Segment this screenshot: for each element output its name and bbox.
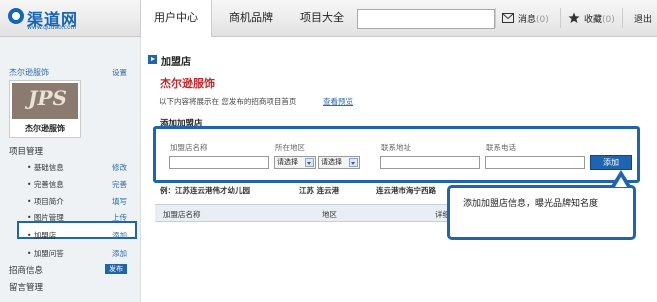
sidebar-project-management[interactable]: 项目管理	[9, 145, 43, 157]
add-store-form	[153, 126, 640, 183]
add-store-button[interactable]: 添加	[590, 155, 632, 170]
brand-title: 杰尔逊服饰	[160, 77, 215, 90]
tooltip-text: 添加加盟店信息，曝光品牌知名度	[463, 199, 599, 209]
region-label: 所在地区	[275, 143, 305, 152]
complete-info-link[interactable]: 完善	[112, 179, 127, 190]
nav-business-brands[interactable]: 商机品牌	[216, 0, 286, 36]
sidebar-item-label: 加盟问答	[33, 249, 64, 258]
sidebar-recruit-info[interactable]: 招商信息	[9, 264, 43, 276]
top-bar: 渠道网 www.qudao.com 用户中心 商机品牌 项目大全 消息(0) 收…	[0, 0, 657, 37]
add-franchise-qa-link[interactable]: 添加	[112, 248, 127, 259]
publish-button[interactable]: 发布	[105, 264, 127, 274]
site-logo[interactable]: 渠道网 www.qudao.com	[8, 7, 98, 31]
address-input[interactable]	[380, 156, 480, 169]
preview-link[interactable]: 查看预览	[323, 96, 353, 107]
messages-label: 消息	[518, 15, 537, 25]
logout-link[interactable]: 退出	[634, 12, 652, 25]
brand-logo-image: JPS 杰尔逊服饰	[9, 80, 81, 138]
phone-input[interactable]	[485, 156, 585, 169]
store-name-input[interactable]	[169, 156, 269, 169]
intro-text: 以下内容将展示在 您发布的招商项目首页	[159, 97, 297, 106]
favorites-count: (0)	[602, 15, 615, 25]
divider	[495, 8, 496, 28]
page-title: 加盟店	[161, 57, 191, 68]
example-store-name: 例：江苏连云港伟才幼儿园	[160, 186, 250, 195]
search-input[interactable]	[357, 9, 495, 29]
chevron-down-icon	[349, 158, 358, 167]
sidebar-item-label: 完善信息	[33, 180, 64, 189]
column-header-region: 地区	[322, 210, 337, 219]
fill-intro-link[interactable]: 填写	[112, 196, 127, 207]
column-header-store-name: 加盟店名称	[163, 210, 201, 219]
sidebar-item-label: 项目简介	[33, 197, 64, 206]
store-name-label: 加盟店名称	[170, 143, 208, 152]
city-select-value: 请选择	[321, 158, 342, 166]
brand-logo-mark: JPS	[28, 86, 67, 110]
sidebar-item-franchise-qa[interactable]: • 加盟问答	[27, 248, 64, 259]
sidebar-message-management[interactable]: 留言管理	[9, 281, 43, 293]
nav-user-center[interactable]: 用户中心	[140, 0, 212, 37]
brand-logo-text: 杰尔逊服饰	[25, 124, 65, 133]
province-select[interactable]: 请选择	[274, 156, 316, 169]
messages-link[interactable]: 消息(0)	[518, 12, 549, 25]
tooltip-pointer-inner	[615, 177, 627, 187]
favorites-label: 收藏	[584, 15, 603, 25]
favorites-link[interactable]: 收藏(0)	[584, 12, 615, 25]
sidebar-item-label: 加盟店	[33, 231, 57, 240]
divider	[622, 8, 623, 28]
divider	[560, 8, 561, 28]
sidebar-item-basic-info[interactable]: • 基础信息	[27, 162, 64, 173]
sidebar-item-label: 基础信息	[33, 163, 64, 172]
sidebar-item-project-intro[interactable]: • 项目简介	[27, 196, 64, 207]
messages-count: (0)	[536, 15, 549, 25]
logo-url: www.qudao.com	[27, 24, 77, 31]
star-icon	[568, 12, 580, 23]
mail-icon	[502, 13, 514, 23]
nav-project-directory[interactable]: 项目大全	[292, 0, 352, 36]
province-select-value: 请选择	[277, 158, 298, 166]
sidebar-item-franchise-stores-text: • 加盟店	[27, 231, 57, 240]
sidebar-brand-name[interactable]: 杰尔逊服饰	[9, 67, 49, 78]
example-address: 连云港市海宁西路	[376, 186, 436, 195]
address-label: 联系地址	[381, 143, 411, 152]
city-select[interactable]: 请选择	[318, 156, 360, 169]
settings-link[interactable]: 设置	[112, 67, 127, 78]
logo-mark-icon	[8, 8, 24, 24]
chevron-down-icon	[305, 158, 314, 167]
phone-label: 联系电话	[486, 143, 516, 152]
add-franchise-store-link[interactable]: 添加	[112, 230, 127, 241]
edit-basic-info-link[interactable]: 修改	[112, 162, 127, 173]
sidebar-item-complete-info[interactable]: • 完善信息	[27, 179, 64, 190]
arrow-right-icon	[148, 55, 157, 64]
example-region: 江苏 连云港	[299, 186, 340, 195]
